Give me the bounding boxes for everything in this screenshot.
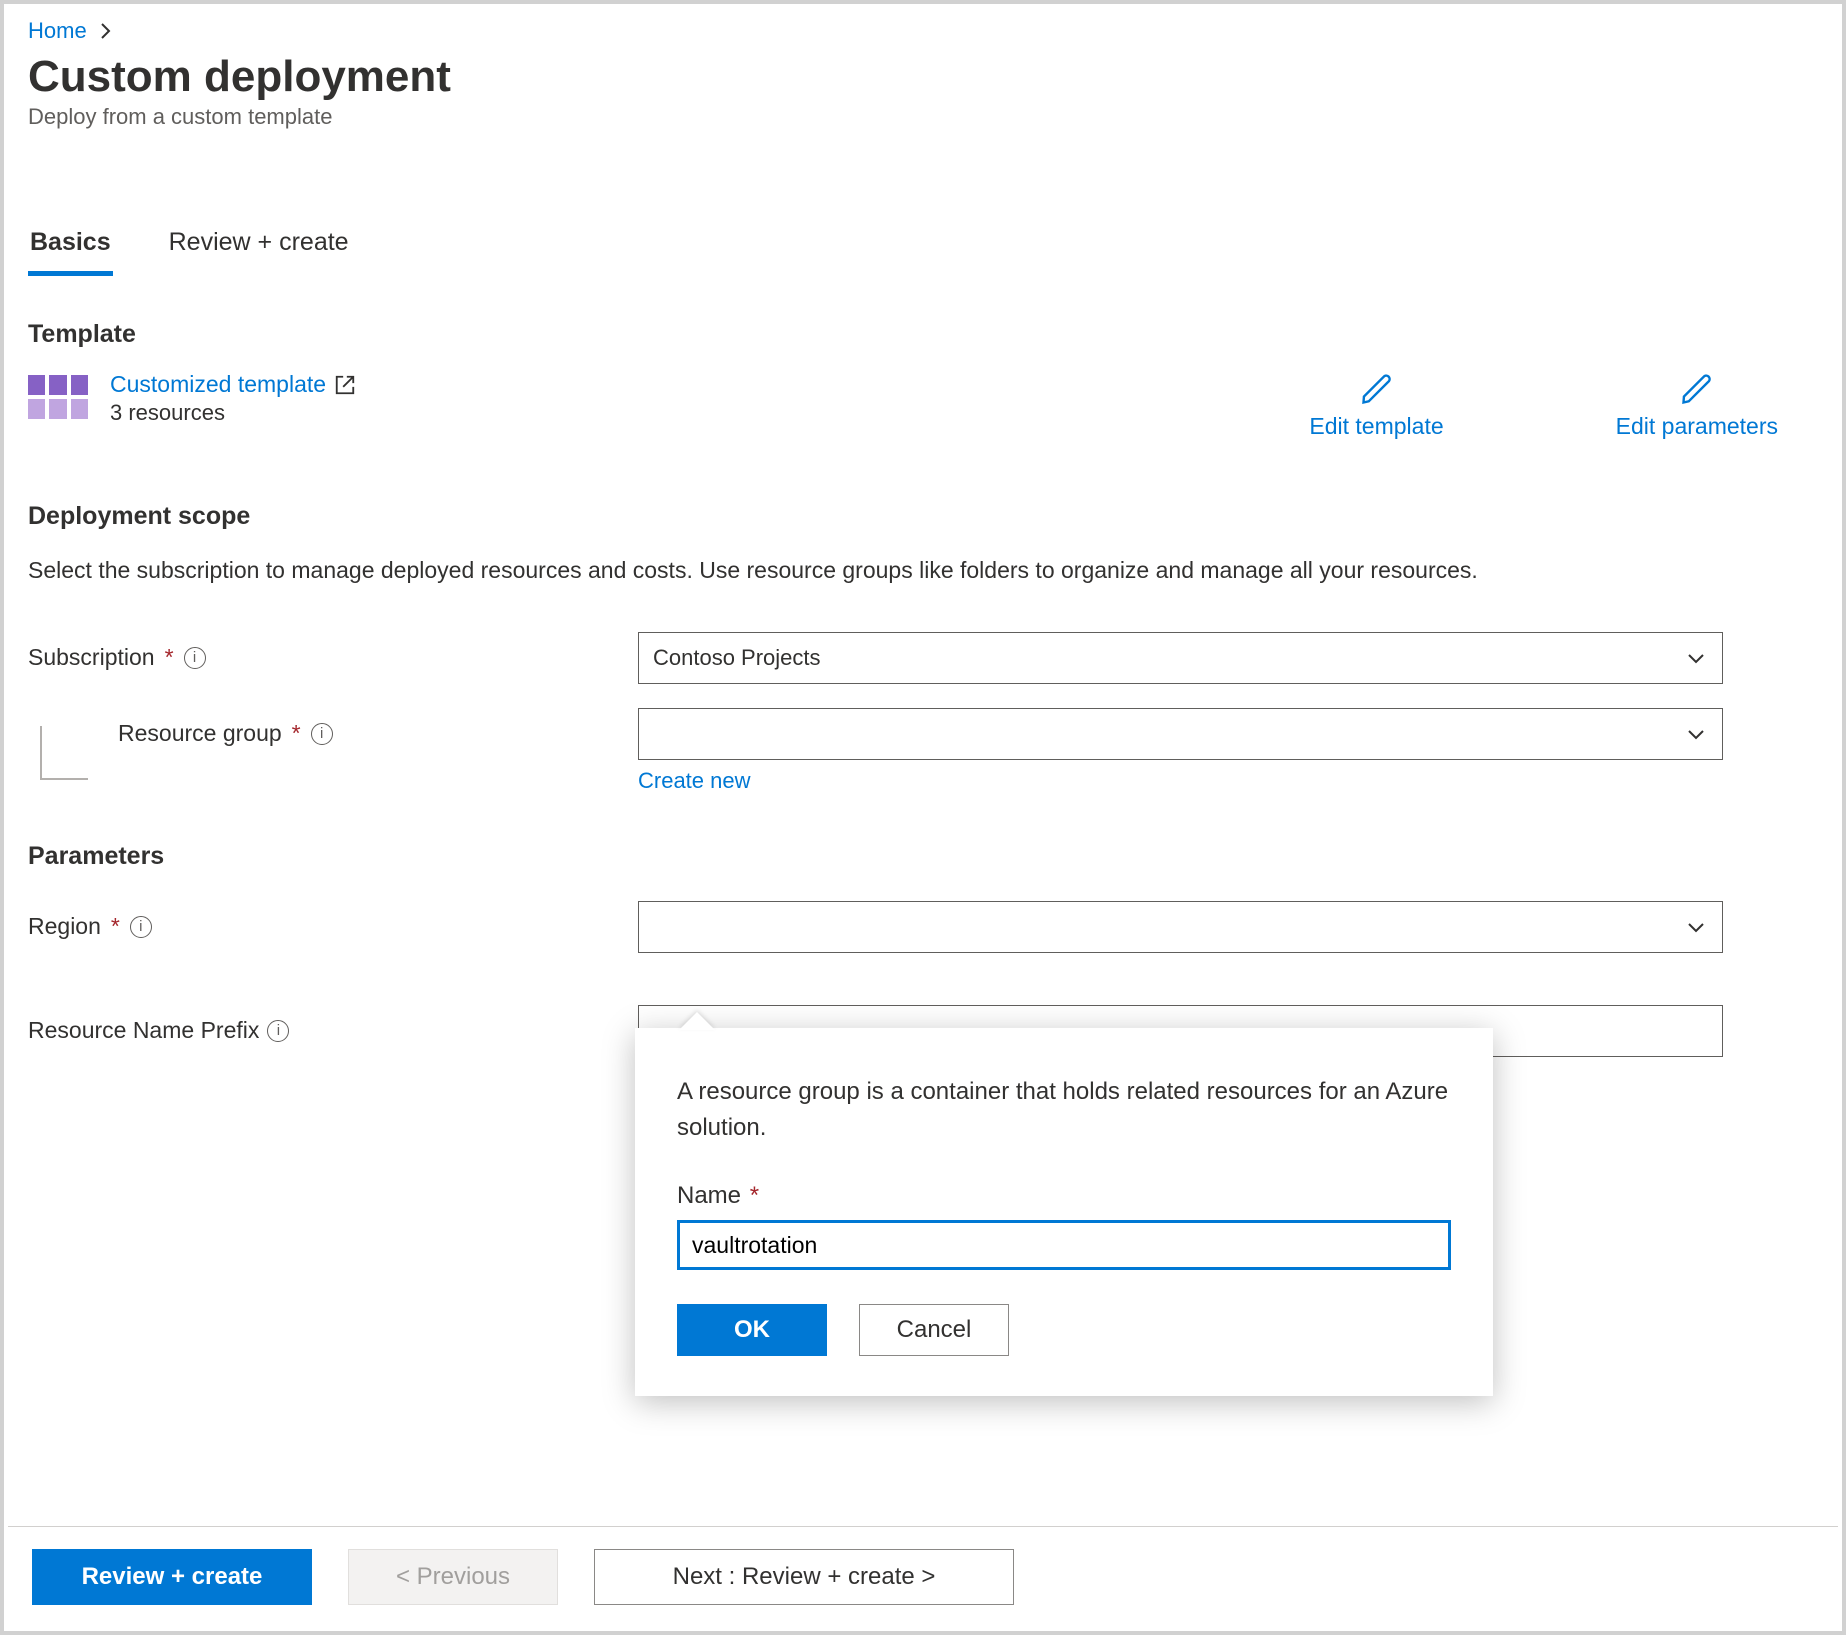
required-asterisk: *: [111, 913, 120, 940]
create-new-link[interactable]: Create new: [638, 768, 751, 793]
chevron-down-icon: [1684, 915, 1708, 939]
breadcrumb-home[interactable]: Home: [28, 18, 87, 44]
chevron-down-icon: [1684, 646, 1708, 670]
required-asterisk: *: [165, 644, 174, 671]
resource-group-label: Resource group: [118, 720, 282, 747]
cancel-button[interactable]: Cancel: [859, 1304, 1009, 1356]
region-label: Region: [28, 913, 101, 940]
tab-basics[interactable]: Basics: [28, 220, 113, 276]
required-asterisk: *: [750, 1182, 759, 1209]
breadcrumb: Home: [28, 18, 1818, 44]
popover-name-label: Name: [677, 1182, 741, 1209]
section-heading-template: Template: [28, 320, 1818, 349]
resource-count: 3 resources: [110, 400, 356, 426]
edit-template-button[interactable]: Edit template: [1309, 371, 1443, 440]
next-button[interactable]: Next : Review + create >: [594, 1549, 1014, 1605]
info-icon[interactable]: i: [184, 647, 206, 669]
wizard-footer: Review + create < Previous Next : Review…: [8, 1526, 1838, 1627]
required-asterisk: *: [292, 720, 301, 747]
customized-template-label: Customized template: [110, 371, 326, 398]
ok-button[interactable]: OK: [677, 1304, 827, 1356]
pencil-icon: [1679, 371, 1715, 407]
customized-template-link[interactable]: Customized template: [110, 371, 356, 398]
popover-description: A resource group is a container that hol…: [677, 1074, 1451, 1146]
resource-name-prefix-label: Resource Name Prefix: [28, 1017, 259, 1044]
tabs: Basics Review + create: [28, 220, 1818, 276]
edit-template-label: Edit template: [1309, 413, 1443, 440]
resource-group-name-input[interactable]: [677, 1220, 1451, 1270]
create-resource-group-popover: A resource group is a container that hol…: [635, 1028, 1493, 1396]
region-select[interactable]: [638, 901, 1723, 953]
subscription-select[interactable]: Contoso Projects: [638, 632, 1723, 684]
subscription-value: Contoso Projects: [653, 645, 821, 671]
edit-parameters-label: Edit parameters: [1616, 413, 1778, 440]
template-icon: [28, 375, 88, 419]
info-icon[interactable]: i: [311, 723, 333, 745]
edit-parameters-button[interactable]: Edit parameters: [1616, 371, 1778, 440]
section-heading-parameters: Parameters: [28, 842, 1818, 871]
pencil-icon: [1359, 371, 1395, 407]
section-heading-scope: Deployment scope: [28, 502, 1818, 531]
previous-button: < Previous: [348, 1549, 558, 1605]
tree-elbow: [40, 726, 88, 780]
info-icon[interactable]: i: [130, 916, 152, 938]
chevron-right-icon: [93, 19, 117, 43]
info-icon[interactable]: i: [267, 1020, 289, 1042]
subscription-label: Subscription: [28, 644, 155, 671]
open-external-icon: [334, 374, 356, 396]
tab-review-create[interactable]: Review + create: [167, 220, 351, 276]
resource-group-select[interactable]: [638, 708, 1723, 760]
review-create-button[interactable]: Review + create: [32, 1549, 312, 1605]
chevron-down-icon: [1684, 722, 1708, 746]
scope-description: Select the subscription to manage deploy…: [28, 553, 1668, 588]
page-subtitle: Deploy from a custom template: [28, 104, 1818, 130]
page-title: Custom deployment: [28, 52, 1818, 102]
